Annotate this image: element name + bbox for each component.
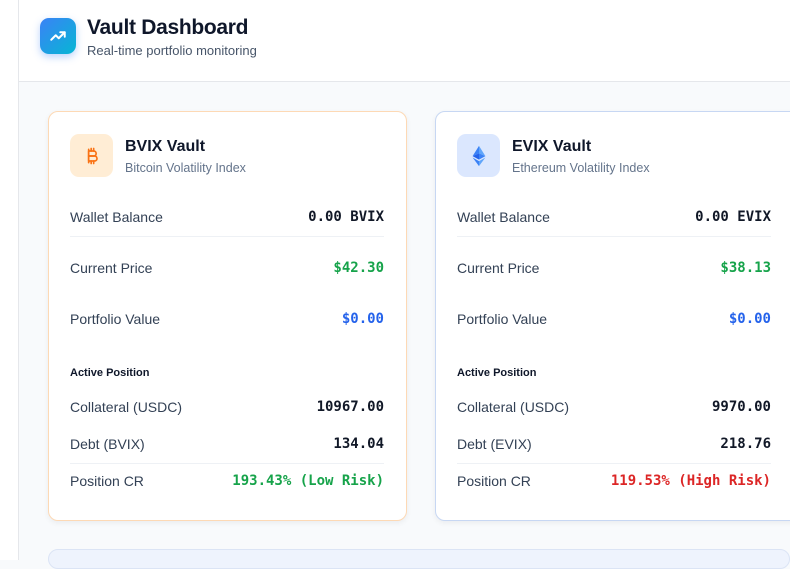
active-position-heading: Active Position xyxy=(457,367,537,379)
position-cr-row: Position CR 193.43% (Low Risk) xyxy=(70,461,384,501)
position-cr-row: Position CR 119.53% (High Risk) xyxy=(457,461,771,501)
bitcoin-icon xyxy=(70,134,113,177)
collateral-row: Collateral (USDC) 9970.00 xyxy=(457,387,771,427)
vault-subtitle: Bitcoin Volatility Index xyxy=(125,161,246,175)
portfolio-value-value: $0.00 xyxy=(728,311,771,327)
current-price-label: Current Price xyxy=(457,260,540,276)
collateral-row: Collateral (USDC) 10967.00 xyxy=(70,387,384,427)
portfolio-value-label: Portfolio Value xyxy=(457,311,548,327)
current-price-value: $38.13 xyxy=(720,260,771,276)
next-panel-edge xyxy=(48,549,790,569)
collateral-value: 10967.00 xyxy=(316,399,384,415)
dashboard-header: Vault Dashboard Real-time portfolio moni… xyxy=(19,0,790,82)
position-cr-value: 193.43% (Low Risk) xyxy=(232,473,384,489)
ethereum-icon xyxy=(457,134,500,177)
wallet-balance-row: Wallet Balance 0.00 EVIX xyxy=(457,197,771,237)
position-cr-value: 119.53% (High Risk) xyxy=(610,473,771,489)
position-cr-label: Position CR xyxy=(70,473,144,489)
evix-vault-card: EVIX Vault Ethereum Volatility Index Wal… xyxy=(435,111,790,521)
debt-value: 218.76 xyxy=(720,435,771,452)
vault-subtitle: Ethereum Volatility Index xyxy=(512,161,650,175)
page-title: Vault Dashboard xyxy=(87,16,249,39)
page-subtitle: Real-time portfolio monitoring xyxy=(87,43,257,58)
wallet-balance-row: Wallet Balance 0.00 BVIX xyxy=(70,197,384,237)
current-price-row: Current Price $38.13 xyxy=(457,248,771,288)
active-position-heading: Active Position xyxy=(70,367,150,379)
current-price-row: Current Price $42.30 xyxy=(70,248,384,288)
portfolio-value-label: Portfolio Value xyxy=(70,311,161,327)
portfolio-value-row: Portfolio Value $0.00 xyxy=(70,299,384,339)
portfolio-value-value: $0.00 xyxy=(341,311,384,327)
wallet-balance-label: Wallet Balance xyxy=(457,208,550,225)
debt-row: Debt (EVIX) 218.76 xyxy=(457,424,771,464)
collateral-label: Collateral (USDC) xyxy=(457,399,570,415)
wallet-balance-value: 0.00 BVIX xyxy=(308,208,384,225)
vault-title: BVIX Vault xyxy=(125,138,206,155)
current-price-label: Current Price xyxy=(70,260,153,276)
debt-label: Debt (BVIX) xyxy=(70,435,145,452)
wallet-balance-label: Wallet Balance xyxy=(70,208,163,225)
bvix-vault-card: BVIX Vault Bitcoin Volatility Index Wall… xyxy=(48,111,407,521)
collateral-label: Collateral (USDC) xyxy=(70,399,183,415)
vault-title: EVIX Vault xyxy=(512,138,592,155)
portfolio-value-row: Portfolio Value $0.00 xyxy=(457,299,771,339)
debt-label: Debt (EVIX) xyxy=(457,435,532,452)
debt-value: 134.04 xyxy=(333,435,384,452)
wallet-balance-value: 0.00 EVIX xyxy=(695,208,771,225)
collateral-value: 9970.00 xyxy=(711,399,771,415)
trending-up-icon xyxy=(40,18,76,54)
debt-row: Debt (BVIX) 134.04 xyxy=(70,424,384,464)
position-cr-label: Position CR xyxy=(457,473,531,489)
current-price-value: $42.30 xyxy=(333,260,384,276)
left-sidebar-edge xyxy=(0,0,19,560)
